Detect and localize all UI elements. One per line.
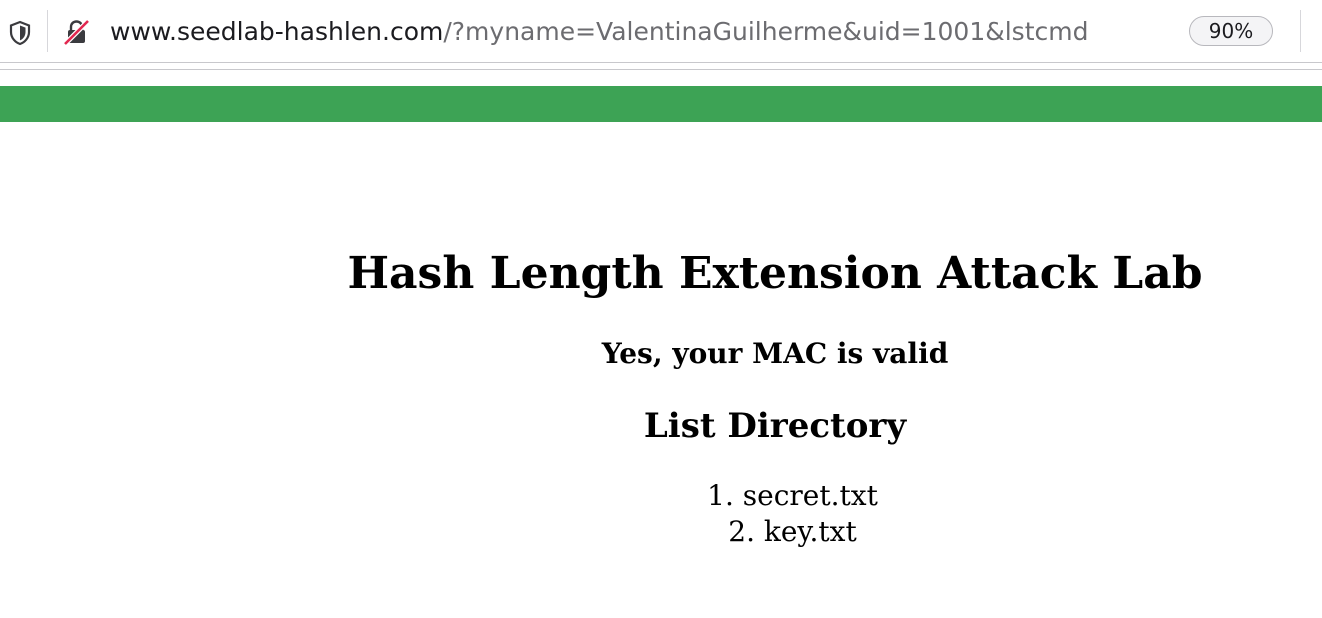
file-list: 1. secret.txt 2. key.txt [0,478,1322,550]
page-content: Hash Length Extension Attack Lab Yes, yo… [0,122,1322,618]
insecure-lock-icon[interactable] [62,18,92,46]
url-host: www.seedlab-hashlen.com [110,17,444,46]
file-name: secret.txt [742,479,878,512]
file-list-item: 2. key.txt [0,514,1322,550]
zoom-indicator[interactable]: 90% [1189,16,1273,46]
page-title: Hash Length Extension Attack Lab [347,248,1203,299]
file-name: key.txt [763,515,857,548]
mac-status-message: Yes, your MAC is valid [601,337,949,370]
list-directory-heading: List Directory [643,406,907,446]
shield-icon[interactable] [8,20,32,46]
file-list-item: 1. secret.txt [0,478,1322,514]
url-overflow-fade [1130,14,1180,50]
file-number: 1. [707,479,734,512]
file-number: 2. [728,515,755,548]
url-text[interactable]: www.seedlab-hashlen.com/?myname=Valentin… [110,14,1178,50]
address-bar[interactable]: www.seedlab-hashlen.com/?myname=Valentin… [0,0,1322,62]
page-banner [0,86,1322,122]
toolbar-border [0,62,1322,70]
url-path: /?myname=ValentinaGuilherme&uid=1001&lst… [443,17,1089,46]
address-bar-separator [47,10,48,52]
toolbar-separator [1300,10,1301,52]
